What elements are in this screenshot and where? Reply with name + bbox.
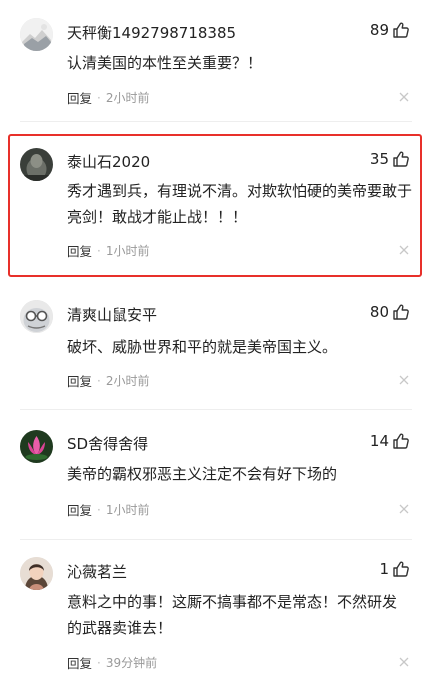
like-button[interactable]: 80 [370,303,410,321]
comment-item: SD舍得舍得 14 美帝的霸权邪恶主义注定不会有好下场的 回复 · 1小时前 [0,413,432,541]
divider [20,539,412,540]
comment-text: 秀才遇到兵，有理说不清。对欺软怕硬的美帝要敢于亮剑！敢战才能止战！！！ [67,182,413,226]
comment-text: 认清美国的本性至关重要？！ [67,54,263,72]
username[interactable]: 清爽山鼠安平 [67,304,157,325]
avatar[interactable] [20,18,53,51]
reply-button[interactable]: 回复 [67,653,92,672]
thumbs-up-icon [393,561,409,577]
comment-meta: 回复 · 2小时前 [67,371,149,390]
thumbs-up-icon [393,304,409,320]
avatar-glasses-image [20,300,53,333]
meta-separator: · [97,90,101,105]
comment-meta: 回复 · 39分钟前 [67,653,157,672]
comment-text: 意料之中的事！这厮不搞事都不是常态！不然研发的武器卖谁去！ [67,593,398,637]
like-count: 35 [369,150,389,168]
like-button[interactable]: 89 [370,21,410,39]
avatar-lotus-image [20,430,53,463]
timestamp: 1小时前 [105,503,150,517]
like-button[interactable]: 1 [379,560,410,578]
reply-button[interactable]: 回复 [67,88,92,107]
comment-meta: 回复 · 1小时前 [67,500,149,519]
like-count: 89 [369,21,389,39]
like-count: 14 [369,432,389,450]
close-icon [399,92,409,102]
close-icon [399,375,409,385]
meta-separator: · [97,655,101,670]
comment-item: 天秤衡1492798718385 89 认清美国的本性至关重要？！ 回复 · 2… [0,0,432,122]
thumbs-up-icon [393,433,409,449]
close-button[interactable] [398,656,410,668]
avatar[interactable] [20,300,53,333]
close-button[interactable] [398,503,410,515]
like-button[interactable]: 35 [370,150,410,168]
meta-separator: · [97,243,101,258]
avatar-stone-image [20,148,53,181]
close-button[interactable] [398,244,410,256]
timestamp: 2小时前 [105,91,150,105]
close-icon [399,504,409,514]
meta-separator: · [97,373,101,388]
thumbs-up-icon [393,151,409,167]
reply-button[interactable]: 回复 [67,371,92,390]
comment-meta: 回复 · 2小时前 [67,88,149,107]
avatar[interactable] [20,430,53,463]
timestamp: 1小时前 [105,244,150,258]
close-button[interactable] [398,91,410,103]
like-count: 1 [379,560,389,578]
meta-separator: · [97,502,101,517]
username[interactable]: 泰山石2020 [67,151,150,172]
timestamp: 2小时前 [105,374,150,388]
comment-item-highlighted: 泰山石2020 35 秀才遇到兵，有理说不清。对欺软怕硬的美帝要敢于亮剑！敢战才… [0,134,432,277]
close-button[interactable] [398,374,410,386]
avatar[interactable] [20,557,53,590]
divider [20,121,412,122]
comment-item: 沁薇茗兰 1 意料之中的事！这厮不搞事都不是常态！不然研发的武器卖谁去！ 回复 … [0,542,432,698]
avatar[interactable] [20,148,53,181]
avatar-portrait-image [20,557,53,590]
comment-list: 天秤衡1492798718385 89 认清美国的本性至关重要？！ 回复 · 2… [0,0,432,698]
username[interactable]: SD舍得舍得 [67,433,148,454]
comment-item: 清爽山鼠安平 80 破坏、威胁世界和平的就是美帝国主义。 回复 · 2小时前 [0,288,432,412]
comment-text: 破坏、威胁世界和平的就是美帝国主义。 [67,338,338,356]
like-button[interactable]: 14 [370,432,410,450]
comment-meta: 回复 · 1小时前 [67,241,149,260]
close-icon [399,245,409,255]
reply-button[interactable]: 回复 [67,500,92,519]
thumbs-up-icon [393,22,409,38]
reply-button[interactable]: 回复 [67,241,92,260]
divider [20,409,412,410]
timestamp: 39分钟前 [105,656,158,670]
close-icon [399,657,409,667]
like-count: 80 [369,303,389,321]
username[interactable]: 沁薇茗兰 [67,561,127,582]
comment-text: 美帝的霸权邪恶主义注定不会有好下场的 [67,465,338,483]
username[interactable]: 天秤衡1492798718385 [67,22,236,43]
avatar-landscape-image [20,18,53,51]
